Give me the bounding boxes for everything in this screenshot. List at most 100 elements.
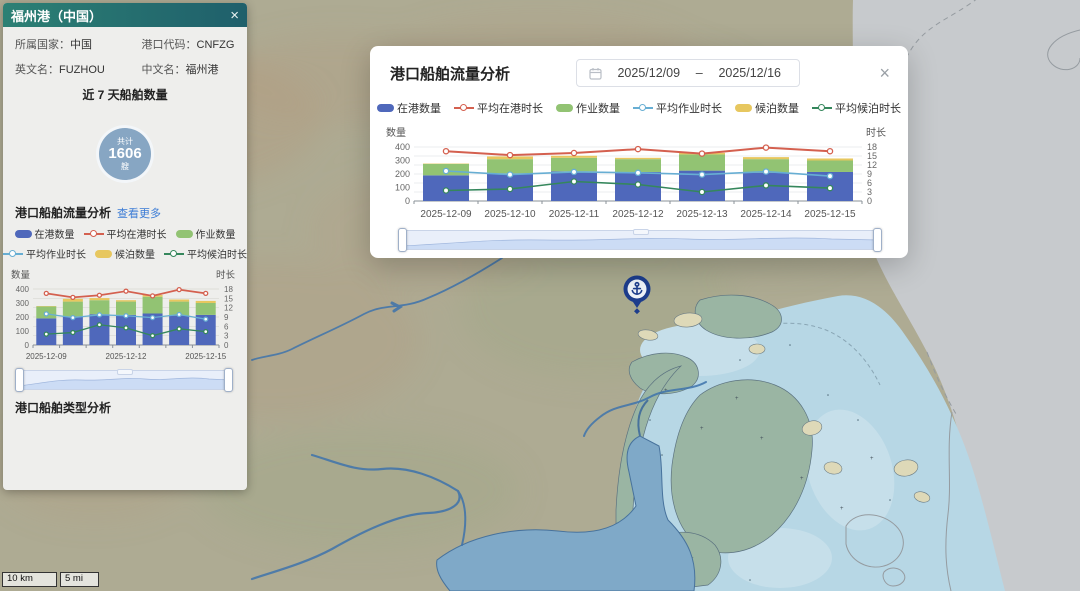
legend-item[interactable]: 在港数量: [15, 226, 75, 241]
calendar-icon: [589, 67, 602, 80]
svg-text:3: 3: [224, 332, 229, 341]
date-range-picker[interactable]: 2025/12/09 – 2025/12/16: [576, 59, 800, 87]
legend-label: 候泊数量: [755, 100, 799, 116]
svg-text:100: 100: [395, 183, 410, 193]
svg-text:18: 18: [224, 285, 233, 294]
svg-text:300: 300: [395, 156, 410, 166]
bar-segment[interactable]: [807, 158, 853, 160]
svg-text:2025-12-09: 2025-12-09: [26, 352, 67, 361]
legend-item[interactable]: 作业数量: [176, 226, 236, 241]
slider-handle-right[interactable]: [224, 368, 233, 392]
vessel-count-donut-chart[interactable]: 共计 1606 艘: [81, 110, 169, 198]
legend-item[interactable]: 平均在港时长: [84, 226, 167, 241]
svg-text:9: 9: [867, 169, 872, 179]
bar-segment[interactable]: [89, 300, 109, 314]
legend-label: 在港数量: [35, 226, 75, 241]
modal-title: 港口船舶流量分析: [390, 63, 510, 84]
view-more-link[interactable]: 查看更多: [117, 205, 161, 221]
legend-item[interactable]: 平均候泊时长: [812, 100, 901, 116]
date-start-input[interactable]: 2025/12/09: [612, 66, 686, 80]
svg-text:12: 12: [224, 304, 233, 313]
flow-legend-row-2: 平均作业时长候泊数量 平均候泊时长: [3, 246, 247, 261]
svg-text:2025-12-12: 2025-12-12: [612, 209, 664, 220]
bar-segment[interactable]: [551, 171, 597, 201]
legend-line-swatch: [84, 229, 104, 238]
svg-text:2025-12-11: 2025-12-11: [549, 209, 600, 220]
date-end-input[interactable]: 2025/12/16: [713, 66, 787, 80]
panel-close-icon[interactable]: ×: [230, 8, 239, 23]
legend-item[interactable]: 平均在港时长: [454, 100, 543, 116]
legend-label: 作业数量: [196, 226, 236, 241]
bar-segment[interactable]: [169, 300, 189, 302]
svg-text:+: +: [840, 506, 844, 512]
vessel-type-chart[interactable]: [5, 418, 245, 490]
date-range-slider-large[interactable]: [400, 230, 880, 250]
svg-text:6: 6: [224, 322, 229, 331]
slider-handle-left[interactable]: [398, 228, 407, 252]
slider-notch[interactable]: [633, 229, 649, 235]
legend-label: 平均在港时长: [107, 226, 167, 241]
legend-item[interactable]: 平均作业时长: [3, 246, 86, 261]
legend-line-swatch: [812, 104, 832, 113]
bar-segment[interactable]: [143, 297, 163, 314]
svg-text:+: +: [800, 476, 804, 482]
legend-bar-swatch: [735, 104, 752, 112]
flow-chart-large[interactable]: 010020030040003691215182025-12-092025-12…: [384, 139, 894, 223]
bar-segment[interactable]: [196, 303, 216, 315]
svg-text:2025-12-14: 2025-12-14: [740, 209, 792, 220]
legend-item[interactable]: 候泊数量: [735, 100, 799, 116]
svg-text:3: 3: [867, 187, 872, 197]
flow-legend-row-1: 在港数量 平均在港时长 作业数量: [3, 226, 247, 241]
modal-close-icon[interactable]: ×: [877, 65, 892, 81]
flow-section-title: 港口船舶流量分析: [15, 204, 111, 221]
donut-section-title: 近 7 天船舶数量: [3, 86, 247, 103]
bar-segment[interactable]: [89, 298, 109, 300]
svg-text:200: 200: [16, 313, 30, 322]
svg-text:400: 400: [16, 285, 30, 294]
bar-segment[interactable]: [116, 302, 136, 315]
legend-bar-swatch: [95, 250, 112, 258]
bar-segment[interactable]: [679, 154, 725, 170]
legend-item[interactable]: 平均候泊时长: [164, 246, 247, 261]
svg-text:+: +: [735, 396, 739, 402]
legend-bar-swatch: [176, 230, 193, 238]
svg-text:2025-12-15: 2025-12-15: [185, 352, 226, 361]
bar-segment[interactable]: [63, 302, 83, 317]
svg-text:+: +: [760, 436, 764, 442]
legend-item[interactable]: 候泊数量: [95, 246, 155, 261]
app-root: +++ +++ ++: [0, 0, 1080, 591]
slider-handle-right[interactable]: [873, 228, 882, 252]
flow-chart[interactable]: 010020030040003691215182025-12-092025-12…: [5, 281, 245, 367]
bar-segment[interactable]: [116, 300, 136, 301]
bar-segment[interactable]: [89, 314, 109, 345]
bar-segment[interactable]: [615, 158, 661, 159]
bar-segment[interactable]: [807, 161, 853, 172]
legend-item[interactable]: 平均作业时长: [633, 100, 722, 116]
svg-text:2025-12-12: 2025-12-12: [106, 352, 147, 361]
legend-line-swatch: [164, 249, 184, 258]
legend-label: 平均候泊时长: [187, 246, 247, 261]
svg-text:9: 9: [224, 313, 229, 322]
type-section-title: 港口船舶类型分析: [3, 399, 247, 416]
bar-segment[interactable]: [487, 159, 533, 173]
slider-handle-left[interactable]: [15, 368, 24, 392]
legend-item[interactable]: 作业数量: [556, 100, 620, 116]
slider-notch[interactable]: [117, 369, 133, 375]
bar-segment[interactable]: [743, 157, 789, 159]
panel-header: 福州港（中国） ×: [3, 3, 247, 27]
svg-text:+: +: [700, 426, 704, 432]
date-range-slider[interactable]: [17, 370, 231, 390]
legend-label: 平均候泊时长: [835, 100, 901, 116]
svg-text:0: 0: [867, 196, 872, 206]
svg-text:2025-12-15: 2025-12-15: [804, 209, 856, 220]
svg-text:2025-12-10: 2025-12-10: [484, 209, 536, 220]
flow-legend: 在港数量 平均在港时长 作业数量平均作业时长 候泊数量 平均候泊时长: [370, 100, 908, 116]
bar-segment[interactable]: [196, 301, 216, 303]
legend-label: 平均在港时长: [477, 100, 543, 116]
legend-item[interactable]: 在港数量: [377, 100, 441, 116]
svg-text:12: 12: [867, 160, 877, 170]
legend-label: 作业数量: [576, 100, 620, 116]
svg-text:18: 18: [867, 142, 877, 152]
legend-label: 在港数量: [397, 100, 441, 116]
axis-right-label: 时长: [866, 124, 886, 139]
